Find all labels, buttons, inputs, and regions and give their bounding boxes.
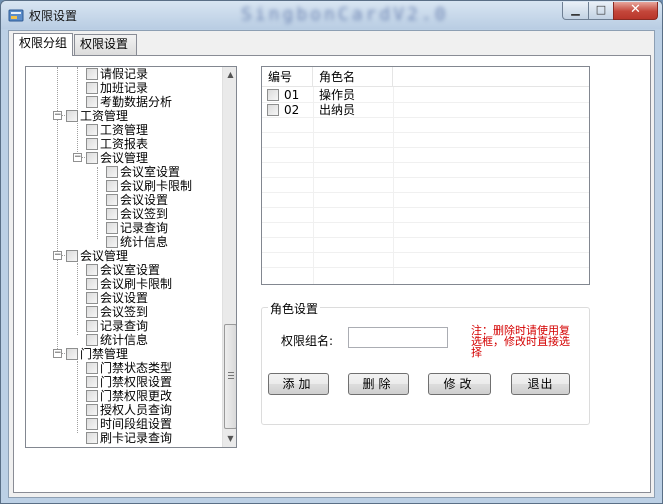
tree-checkbox[interactable] (66, 348, 78, 360)
table-row[interactable]: 01 操作员 (262, 88, 589, 103)
tree-item[interactable]: 门禁权限设置 (86, 375, 172, 389)
tree-checkbox[interactable] (106, 222, 118, 234)
close-button[interactable]: ✕ (613, 2, 658, 20)
tree-checkbox[interactable] (86, 404, 98, 416)
tree-item[interactable]: 工资报表 (86, 137, 148, 151)
tree-item-salary-management[interactable]: 工资管理 (66, 109, 128, 123)
window-title: 权限设置 (29, 9, 78, 23)
role-list[interactable]: 编号 角色名 01 操作员 02 出纳员 (261, 66, 590, 285)
tree-item[interactable]: 记录查询 (106, 221, 168, 235)
tree-checkbox[interactable] (86, 376, 98, 388)
minimize-button[interactable]: ▁ (562, 2, 589, 20)
column-header-role-name[interactable]: 角色名 (313, 67, 393, 87)
tree-checkbox[interactable] (86, 82, 98, 94)
role-list-header: 编号 角色名 (262, 67, 589, 87)
collapse-icon[interactable]: − (53, 251, 62, 260)
modify-button[interactable]: 修改 (428, 373, 491, 395)
row-checkbox[interactable] (267, 104, 279, 116)
maximize-button[interactable]: □ (588, 2, 614, 20)
tree-checkbox[interactable] (86, 138, 98, 150)
tree-item[interactable]: 门禁状态类型 (86, 361, 172, 375)
tree-item[interactable]: 门禁权限更改 (86, 389, 172, 403)
tree-checkbox[interactable] (86, 264, 98, 276)
tree-item[interactable]: 会议刷卡限制 (86, 277, 172, 291)
tree-checkbox[interactable] (86, 320, 98, 332)
row-checkbox[interactable] (267, 89, 279, 101)
tree-item[interactable]: 会议签到 (86, 305, 148, 319)
usage-note: 注：删除时请使用复选框，修改时直接选择 (471, 324, 570, 359)
tree-item-access-control[interactable]: 门禁管理 (66, 347, 128, 361)
role-settings-group: 角色设置 权限组名: 注：删除时请使用复选框，修改时直接选择 添加 删除 修改 … (261, 300, 590, 425)
tree-item[interactable]: 加班记录 (86, 81, 148, 95)
tree-checkbox[interactable] (106, 180, 118, 192)
exit-button[interactable]: 退出 (511, 373, 570, 395)
tree-checkbox[interactable] (86, 292, 98, 304)
tree-item[interactable]: 请假记录 (86, 67, 148, 81)
tab-permission-groups[interactable]: 权限分组 (13, 33, 73, 56)
tree-checkbox[interactable] (86, 432, 98, 444)
tree-checkbox[interactable] (86, 124, 98, 136)
collapse-icon[interactable]: − (53, 111, 62, 120)
tree-checkbox[interactable] (86, 68, 98, 80)
tree-rows: 请假记录 加班记录 考勤数据分析 − 工资管理 工资管理 工资报表 − 会议管理… (26, 67, 222, 447)
tree-item[interactable]: 考勤数据分析 (86, 95, 172, 109)
tree-item[interactable]: 会议设置 (86, 291, 148, 305)
tree-checkbox[interactable] (86, 418, 98, 430)
tree-item[interactable]: 会议签到 (106, 207, 168, 221)
tree-item[interactable]: 统计信息 (86, 333, 148, 347)
minimize-icon: ▁ (571, 3, 580, 16)
tree-item[interactable]: 刷卡记录查询 (86, 431, 172, 445)
scroll-thumb[interactable] (224, 324, 236, 429)
tree-item[interactable]: 会议设置 (106, 193, 168, 207)
tree-item[interactable]: 会议室设置 (86, 263, 160, 277)
tree-checkbox[interactable] (86, 390, 98, 402)
tree-checkbox[interactable] (106, 166, 118, 178)
add-button[interactable]: 添加 (268, 373, 329, 395)
scroll-down-arrow-icon[interactable]: ▼ (223, 431, 236, 447)
tree-item-meeting-management[interactable]: 会议管理 (86, 151, 148, 165)
tree-item[interactable]: 记录查询 (86, 319, 148, 333)
group-name-input[interactable] (348, 327, 448, 348)
group-title: 角色设置 (268, 300, 321, 317)
title-bar[interactable]: 权限设置 SingbonCardV2.0 ▁ □ ✕ (1, 1, 662, 29)
tree-checkbox[interactable] (86, 152, 98, 164)
tree-checkbox[interactable] (86, 306, 98, 318)
tree-checkbox[interactable] (106, 194, 118, 206)
close-icon: ✕ (630, 2, 641, 17)
tree-item-meeting-management[interactable]: 会议管理 (66, 249, 128, 263)
scroll-up-arrow-icon[interactable]: ▲ (223, 67, 236, 83)
tree-checkbox[interactable] (66, 250, 78, 262)
column-header-id[interactable]: 编号 (262, 67, 313, 87)
collapse-icon[interactable]: − (73, 153, 82, 162)
delete-button[interactable]: 删除 (348, 373, 409, 395)
tree-checkbox[interactable] (86, 278, 98, 290)
collapse-icon[interactable]: − (53, 349, 62, 358)
client-area: 权限分组 权限设置 请假记录 加班记录 考勤数据分析 − 工资管理 工资管理 工… (8, 30, 655, 498)
tab-permission-settings[interactable]: 权限设置 (74, 34, 137, 55)
tree-scrollbar[interactable]: ▲ ▼ (222, 67, 236, 447)
tree-item[interactable]: 统计信息 (106, 235, 168, 249)
tree-item[interactable]: 时间段组设置 (86, 417, 172, 431)
tree-checkbox[interactable] (86, 96, 98, 108)
tree-checkbox[interactable] (106, 208, 118, 220)
blurred-product-title: SingbonCardV2.0 (241, 4, 449, 25)
permission-settings-window: 权限设置 SingbonCardV2.0 ▁ □ ✕ 权限分组 权限设置 请假记… (0, 0, 663, 504)
tree-checkbox[interactable] (86, 334, 98, 346)
group-name-label: 权限组名: (281, 334, 334, 348)
tree-checkbox[interactable] (86, 362, 98, 374)
tree-item[interactable]: 会议刷卡限制 (106, 179, 192, 193)
table-row[interactable]: 02 出纳员 (262, 103, 589, 118)
tree-checkbox[interactable] (106, 236, 118, 248)
tree-item[interactable]: 会议室设置 (106, 165, 180, 179)
tree-checkbox[interactable] (66, 110, 78, 122)
tree-item[interactable]: 授权人员查询 (86, 403, 172, 417)
app-icon (8, 9, 24, 22)
tab-content: 请假记录 加班记录 考勤数据分析 − 工资管理 工资管理 工资报表 − 会议管理… (13, 55, 651, 493)
maximize-icon: □ (595, 3, 607, 16)
tree-item[interactable]: 工资管理 (86, 123, 148, 137)
permission-tree[interactable]: 请假记录 加班记录 考勤数据分析 − 工资管理 工资管理 工资报表 − 会议管理… (25, 66, 237, 448)
